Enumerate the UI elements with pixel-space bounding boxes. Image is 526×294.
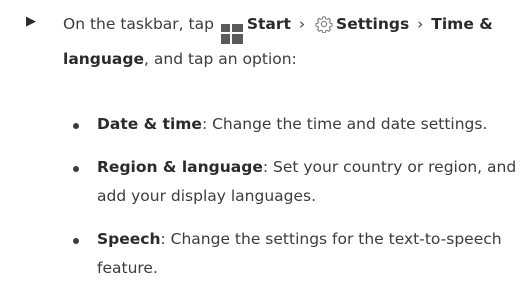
gear-icon <box>315 16 333 33</box>
options-list: Date & time: Change the time and date se… <box>72 110 522 283</box>
option-title: Region & language <box>97 158 263 176</box>
list-item: Date & time: Change the time and date se… <box>72 110 522 139</box>
option-title: Speech <box>97 230 161 248</box>
settings-label: Settings <box>336 15 410 33</box>
breadcrumb-separator: › <box>417 15 424 33</box>
instruction-suffix: , and tap an option: <box>144 50 297 68</box>
windows-start-icon <box>220 24 243 44</box>
bullet <box>73 238 79 244</box>
breadcrumb-separator: › <box>298 15 306 33</box>
step-arrow: ▶ <box>26 14 36 29</box>
start-label: Start <box>246 15 291 33</box>
bullet <box>73 123 79 129</box>
option-title: Date & time <box>97 115 202 133</box>
instruction-text: On the taskbar, tap Start › Settings › T… <box>63 9 518 74</box>
option-description: : Change the time and date settings. <box>201 115 488 133</box>
list-item: Region & language: Set your country or r… <box>72 153 522 211</box>
instruction-prefix: On the taskbar, tap <box>63 15 214 33</box>
bullet <box>73 166 79 172</box>
list-item: Speech: Change the settings for the text… <box>72 225 522 283</box>
